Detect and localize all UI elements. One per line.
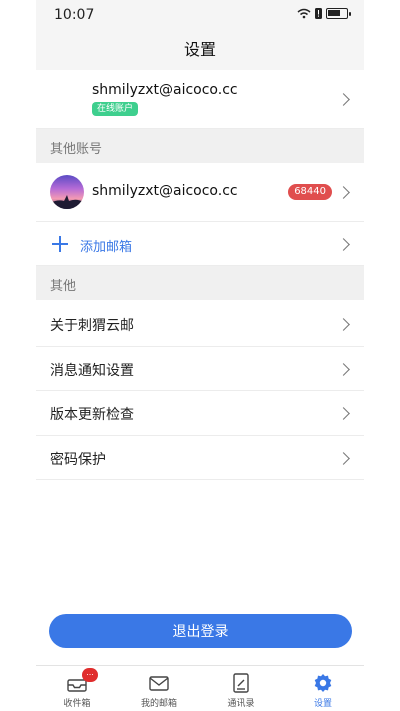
chevron-right-icon xyxy=(337,451,350,465)
status-icons xyxy=(297,8,351,19)
section-label: 其他 xyxy=(50,279,77,294)
mailbox-icon xyxy=(149,676,169,691)
section-label: 其他账号 xyxy=(50,142,103,157)
tab-inbox[interactable]: ... 收件箱 xyxy=(36,666,118,711)
bottom-tab-bar: ... 收件箱 我的邮箱 通讯录 设置 xyxy=(36,665,364,711)
tab-my-mailbox[interactable]: 我的邮箱 xyxy=(118,666,200,711)
tab-label: 设置 xyxy=(313,699,332,709)
chevron-right-icon xyxy=(337,362,350,376)
alert-icon xyxy=(315,8,322,19)
other-account-row[interactable]: shmilyzxt@aicoco.cc 68440 xyxy=(36,163,364,222)
avatar-silhouette-icon xyxy=(50,195,84,209)
chevron-right-icon xyxy=(337,93,350,106)
chevron-right-icon xyxy=(337,318,350,331)
page-title: 设置 xyxy=(183,40,216,59)
menu-item-about[interactable]: 关于刺猬云邮 xyxy=(36,302,364,347)
menu-item-label: 版本更新检查 xyxy=(50,407,134,423)
menu-item-label: 密码保护 xyxy=(50,451,106,468)
plus-icon xyxy=(52,236,68,252)
tab-label: 我的邮箱 xyxy=(140,699,177,709)
menu-item-password[interactable]: 密码保护 xyxy=(36,435,364,480)
other-account-email: shmilyzxt@aicoco.cc xyxy=(92,183,238,199)
status-bar: 10:07 xyxy=(36,0,364,30)
section-header-other: 其他 xyxy=(36,266,364,300)
tab-label: 通讯录 xyxy=(227,699,255,709)
app-frame: 10:07 设置 shmilyzxt@aicoco.cc 在线账户 其他账号 s… xyxy=(0,0,400,711)
status-time: 10:07 xyxy=(54,7,95,23)
right-gutter xyxy=(364,0,400,711)
primary-account-row[interactable]: shmilyzxt@aicoco.cc 在线账户 xyxy=(36,70,364,129)
add-mailbox-label: 添加邮箱 xyxy=(80,240,133,255)
chevron-right-icon xyxy=(337,407,350,420)
settings-gear-icon xyxy=(314,674,332,692)
chevron-right-icon xyxy=(337,238,350,251)
contacts-icon xyxy=(233,673,249,693)
tab-settings[interactable]: 设置 xyxy=(282,666,364,711)
inbox-notification-badge: ... xyxy=(82,668,98,682)
online-status-badge: 在线账户 xyxy=(92,102,139,116)
settings-screen: 10:07 设置 shmilyzxt@aicoco.cc 在线账户 其他账号 s… xyxy=(36,0,364,711)
battery-icon xyxy=(326,8,351,19)
menu-item-update-check[interactable]: 版本更新检查 xyxy=(36,391,364,436)
menu-item-label: 消息通知设置 xyxy=(50,362,134,379)
tab-contacts[interactable]: 通讯录 xyxy=(200,666,282,711)
tab-label: 收件箱 xyxy=(63,699,91,709)
unread-count-badge: 68440 xyxy=(288,184,332,200)
left-gutter xyxy=(0,0,36,711)
section-header-other-accounts: 其他账号 xyxy=(36,129,364,163)
wifi-icon xyxy=(297,8,311,19)
menu-item-label: 关于刺猬云邮 xyxy=(50,318,134,334)
battery-fill xyxy=(328,10,340,16)
logout-button[interactable]: 退出登录 xyxy=(49,614,352,648)
primary-account-email: shmilyzxt@aicoco.cc xyxy=(92,82,238,98)
add-mailbox-row[interactable]: 添加邮箱 xyxy=(36,222,364,266)
avatar xyxy=(50,175,84,209)
chevron-right-icon xyxy=(337,186,350,199)
menu-item-notifications[interactable]: 消息通知设置 xyxy=(36,346,364,391)
title-bar: 设置 xyxy=(36,30,364,70)
